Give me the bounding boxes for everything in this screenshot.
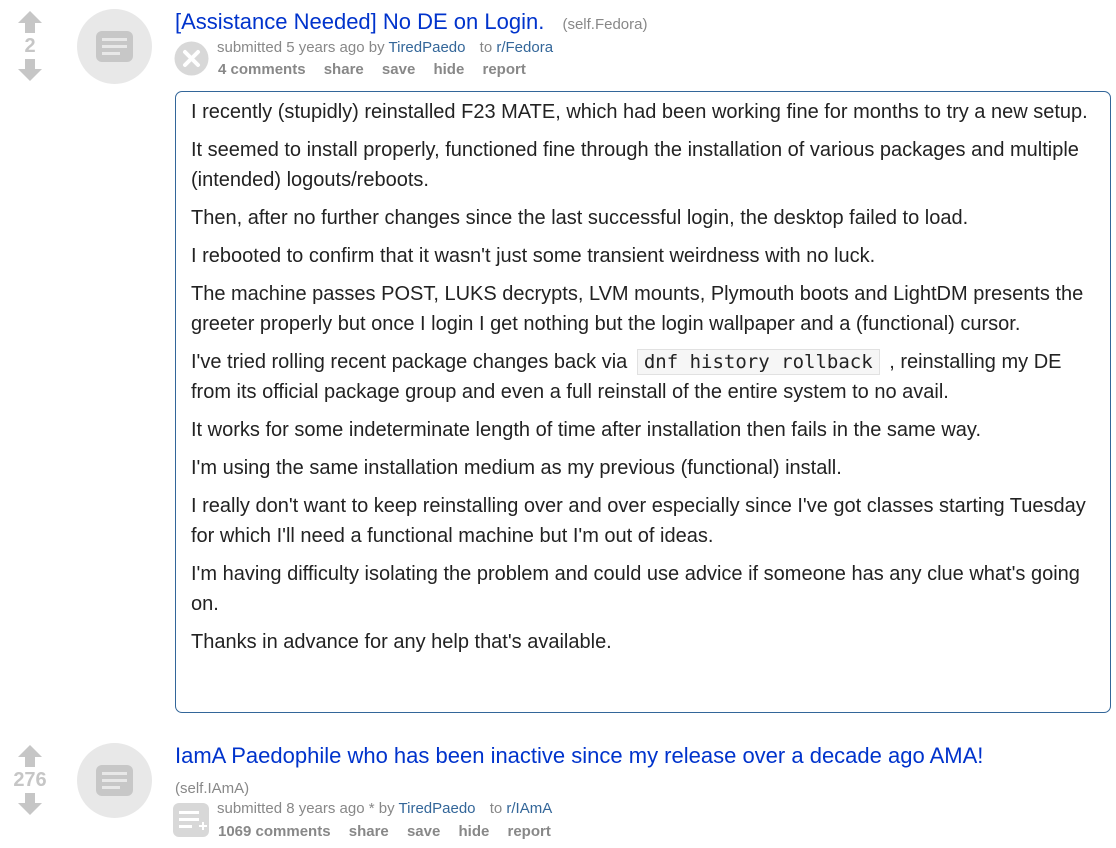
post-buttons: 1069 comments share save hide report bbox=[218, 823, 565, 840]
self-post-thumbnail[interactable] bbox=[77, 9, 152, 84]
to-text: to bbox=[479, 39, 493, 56]
text-post-icon bbox=[96, 765, 133, 796]
score: 276 bbox=[13, 769, 47, 791]
post-title-link[interactable]: [Assistance Needed] No DE on Login. bbox=[175, 9, 544, 34]
post-domain[interactable]: (self.Fedora) bbox=[562, 16, 647, 33]
post-title-row: [Assistance Needed] No DE on Login. (sel… bbox=[175, 9, 647, 35]
selftext-body: I recently (stupidly) reinstalled F23 MA… bbox=[175, 91, 1111, 713]
hide-button[interactable]: hide bbox=[458, 823, 489, 840]
share-button[interactable]: share bbox=[349, 823, 389, 840]
selftext-paragraph: It seemed to install properly, functione… bbox=[191, 139, 1079, 191]
selftext-paragraph: I recently (stupidly) reinstalled F23 MA… bbox=[191, 101, 1088, 123]
vote-box: 2 bbox=[0, 10, 60, 82]
hide-button[interactable]: hide bbox=[433, 61, 464, 78]
save-button[interactable]: save bbox=[382, 61, 415, 78]
save-button[interactable]: save bbox=[407, 823, 440, 840]
submitted-text: submitted 5 years ago by bbox=[217, 39, 385, 56]
vote-box: 276 bbox=[0, 744, 60, 816]
report-button[interactable]: report bbox=[508, 823, 551, 840]
expand-text-icon[interactable] bbox=[173, 803, 209, 837]
subreddit-link[interactable]: r/IAmA bbox=[506, 800, 552, 817]
selftext-paragraph: I've tried rolling recent package change… bbox=[191, 347, 1095, 407]
post-buttons: 4 comments share save hide report bbox=[218, 61, 540, 78]
selftext-paragraph: I'm using the same installation medium a… bbox=[191, 457, 842, 479]
selftext-paragraph: I'm having difficulty isolating the prob… bbox=[191, 563, 1080, 615]
subreddit-link[interactable]: r/Fedora bbox=[496, 39, 553, 56]
text-post-icon bbox=[96, 31, 133, 62]
close-circle-icon[interactable] bbox=[173, 40, 210, 77]
selftext-paragraph: Thanks in advance for any help that's av… bbox=[191, 631, 612, 653]
author-link[interactable]: TiredPaedo bbox=[389, 39, 466, 56]
post-tagline: submitted 8 years ago * by TiredPaedo to… bbox=[217, 800, 552, 817]
to-text: to bbox=[489, 800, 503, 817]
author-link[interactable]: TiredPaedo bbox=[399, 800, 476, 817]
post-domain[interactable]: (self.IAmA) bbox=[175, 780, 249, 797]
selftext-paragraph: I really don't want to keep reinstalling… bbox=[191, 495, 1086, 547]
paragraph-text: I've tried rolling recent package change… bbox=[191, 351, 628, 373]
self-post-thumbnail[interactable] bbox=[77, 743, 152, 818]
comments-link[interactable]: 4 comments bbox=[218, 61, 306, 78]
upvote-arrow-icon[interactable] bbox=[17, 10, 43, 34]
downvote-arrow-icon[interactable] bbox=[17, 792, 43, 816]
inline-code: dnf history rollback bbox=[636, 349, 880, 375]
report-button[interactable]: report bbox=[482, 61, 525, 78]
downvote-arrow-icon[interactable] bbox=[17, 58, 43, 82]
share-button[interactable]: share bbox=[324, 61, 364, 78]
post-title-row: IamA Paedophile who has been inactive si… bbox=[175, 743, 983, 769]
submitted-text: submitted 8 years ago * by bbox=[217, 800, 395, 817]
score: 2 bbox=[24, 35, 36, 57]
selftext-paragraph: It works for some indeterminate length o… bbox=[191, 419, 981, 441]
selftext-paragraph: I rebooted to confirm that it wasn't jus… bbox=[191, 245, 876, 267]
upvote-arrow-icon[interactable] bbox=[17, 744, 43, 768]
selftext-paragraph: The machine passes POST, LUKS decrypts, … bbox=[191, 283, 1084, 335]
post-tagline: submitted 5 years ago by TiredPaedo to r… bbox=[217, 39, 553, 56]
selftext-paragraph: Then, after no further changes since the… bbox=[191, 207, 969, 229]
comments-link[interactable]: 1069 comments bbox=[218, 823, 331, 840]
post-title-link[interactable]: IamA Paedophile who has been inactive si… bbox=[175, 743, 983, 768]
